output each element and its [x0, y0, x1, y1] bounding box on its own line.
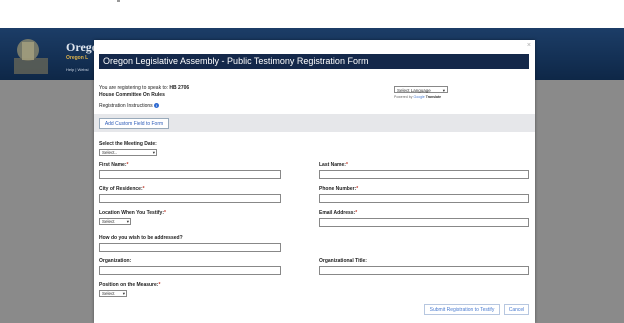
- phone-input[interactable]: [319, 194, 529, 203]
- powered-by: Powered by Google Translate: [394, 95, 441, 99]
- org-title-input[interactable]: [319, 266, 529, 275]
- first-name-input[interactable]: [99, 170, 281, 179]
- speak-prefix: You are registering to speak to:: [99, 85, 169, 91]
- phone-text: Phone Number:: [319, 186, 357, 192]
- addressed-label: How do you wish to be addressed?: [99, 235, 183, 241]
- add-custom-field-button[interactable]: Add Custom Field to Form: [99, 118, 169, 129]
- site-links[interactable]: Help | Websi: [66, 67, 89, 72]
- email-text: Email Address:: [319, 210, 356, 216]
- committee-name: House Committee On Rules: [99, 92, 165, 98]
- email-input[interactable]: [319, 218, 529, 227]
- dropdown-arrow-icon: ▾: [126, 219, 129, 224]
- required-mark: *: [355, 210, 358, 216]
- dropdown-arrow-icon: ▾: [152, 150, 155, 155]
- bill-number: HB 2706: [169, 85, 190, 91]
- registration-modal: × Oregon Legislative Assembly - Public T…: [94, 40, 535, 323]
- addressed-input[interactable]: [99, 243, 281, 252]
- last-name-label: Last Name:*: [319, 162, 348, 168]
- dropdown-arrow-icon: ▾: [122, 291, 125, 296]
- info-icon[interactable]: i: [154, 103, 160, 109]
- modal-title: Oregon Legislative Assembly - Public Tes…: [99, 54, 529, 69]
- position-select[interactable]: Select ▾: [99, 290, 127, 297]
- required-mark: *: [142, 186, 145, 192]
- google-label: Google: [413, 95, 425, 99]
- position-value: Select: [102, 291, 115, 296]
- meeting-date-select[interactable]: Select.. ▾: [99, 149, 157, 156]
- powered-by-label: Powered by: [394, 95, 413, 99]
- email-label: Email Address:*: [319, 210, 357, 216]
- city-text: City of Residence:: [99, 186, 143, 192]
- required-mark: *: [126, 162, 129, 168]
- organization-label: Organization:: [99, 258, 132, 264]
- instructions-label[interactable]: Registration Instructions: [99, 103, 153, 109]
- first-name-label: First Name:*: [99, 162, 128, 168]
- capitol-seal-icon: [14, 39, 48, 74]
- submit-registration-button[interactable]: Submit Registration to Testify: [424, 304, 500, 315]
- required-mark: *: [356, 186, 359, 192]
- language-select[interactable]: Select Language ▾: [394, 86, 448, 93]
- location-text: Location When You Testify:: [99, 210, 164, 216]
- close-icon[interactable]: ×: [527, 42, 531, 49]
- cancel-button[interactable]: Cancel: [504, 304, 529, 315]
- meeting-date-value: Select..: [102, 150, 118, 155]
- top-strip: [0, 0, 624, 28]
- required-mark: *: [164, 210, 166, 216]
- meeting-date-label: Select the Meeting Date:: [99, 141, 157, 147]
- location-label: Location When You Testify:*: [99, 210, 166, 216]
- registration-instructions[interactable]: Registration Instructions i: [99, 103, 160, 109]
- site-title: Orego: [66, 40, 98, 54]
- speak-to-line: You are registering to speak to: HB 2706: [99, 85, 189, 91]
- phone-label: Phone Number:*: [319, 186, 358, 192]
- org-title-label: Organizational Title:: [319, 258, 367, 264]
- position-text: Position on the Measure:: [99, 282, 159, 288]
- site-subtitle: Oregon L: [66, 55, 89, 61]
- last-name-input[interactable]: [319, 170, 529, 179]
- city-label: City of Residence:*: [99, 186, 145, 192]
- organization-input[interactable]: [99, 266, 281, 275]
- location-select[interactable]: Select ▾: [99, 218, 131, 225]
- required-mark: *: [158, 282, 161, 288]
- position-label: Position on the Measure:*: [99, 282, 160, 288]
- location-value: Select: [102, 219, 115, 224]
- required-mark: *: [345, 162, 348, 168]
- dropdown-arrow-icon: ▾: [442, 88, 445, 93]
- language-select-label: Select Language: [397, 88, 431, 93]
- city-input[interactable]: [99, 194, 281, 203]
- last-name-text: Last Name:: [319, 162, 346, 168]
- first-name-text: First Name:: [99, 162, 127, 168]
- translate-label: Translate: [425, 95, 442, 99]
- top-dot: [117, 0, 120, 2]
